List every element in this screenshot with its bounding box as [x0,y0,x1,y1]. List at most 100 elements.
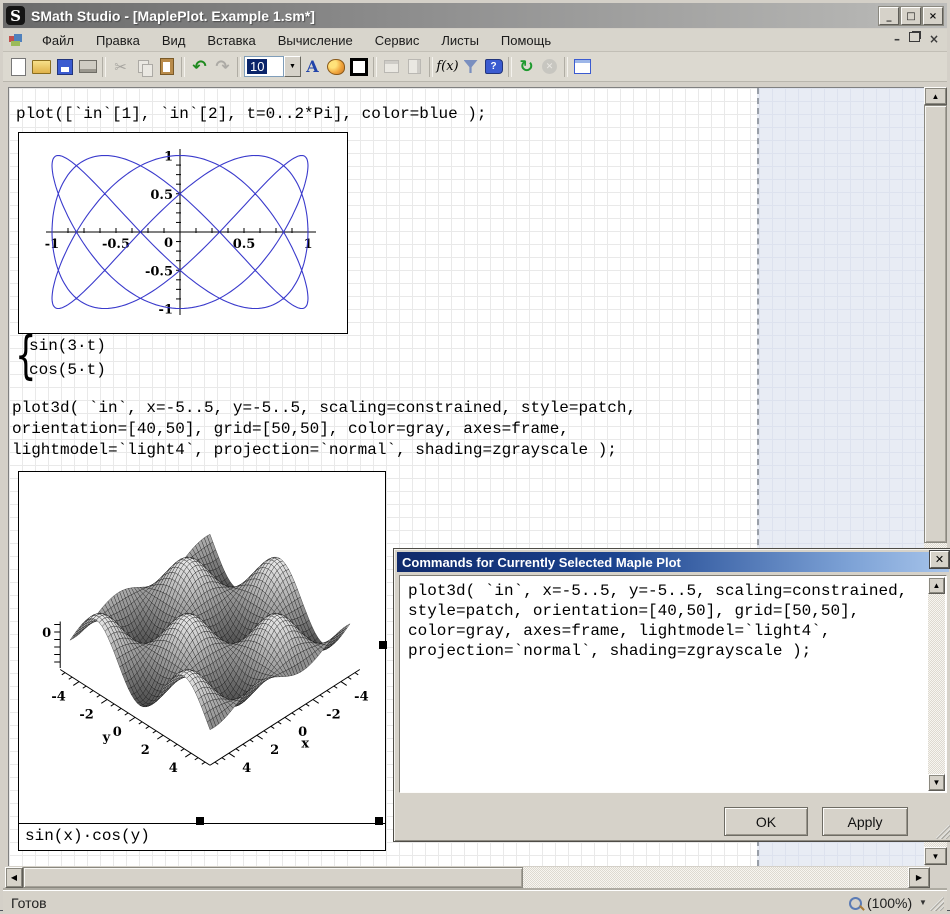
vscroll-thumb[interactable] [924,105,947,543]
dialog-close-icon[interactable]: ✕ [930,551,949,568]
commands-textarea[interactable]: plot3d( `in`, x=-5..5, y=-5..5, scaling=… [399,575,947,793]
svg-text:0: 0 [42,626,51,641]
font-size-dropdown[interactable]: ▼ [284,56,301,77]
minimize-button[interactable]: _ [879,7,899,25]
app-window: S SMath Studio - [MaplePlot. Example 1.s… [0,0,950,910]
scissors-icon: ✂ [114,58,127,76]
new-button[interactable] [7,55,30,78]
scroll-down-icon[interactable]: ▼ [924,847,947,865]
border-button[interactable] [347,55,370,78]
palette-icon [327,59,345,75]
printer-icon [79,60,97,73]
svg-text:2: 2 [141,743,150,758]
font-color-button[interactable]: A [301,55,324,78]
stop-button: ✕ [538,55,561,78]
font-size-input[interactable]: 10 [244,56,284,77]
title-bar: S SMath Studio - [MaplePlot. Example 1.s… [3,3,947,28]
copy-icon [138,60,149,73]
border-square-icon [350,58,368,76]
surface-plot: -4-2024-4-2024yx0 [19,472,385,824]
save-button[interactable] [53,55,76,78]
options-list-icon [574,59,591,74]
zoom-dropdown-icon[interactable]: ▼ [919,898,927,907]
dialog-resize-grip[interactable] [936,825,950,839]
window-title: SMath Studio - [MaplePlot. Example 1.sm*… [31,8,315,24]
recalculate-button[interactable]: ↻ [515,55,538,78]
lissajous-plot: -1-0.50.5110.5-0.5-10 [19,133,347,333]
horizontal-scrollbar[interactable]: ◀ ▶ [5,867,930,888]
filter-button[interactable] [459,55,482,78]
align-horizontal-icon [384,60,399,73]
zoom-level[interactable]: (100%) [867,895,912,911]
plot3d-code-line-3: lightmodel=`light4`, projection=`normal`… [12,440,617,461]
new-page-icon [11,58,26,76]
dialog-scroll-down-icon[interactable]: ▼ [928,774,945,791]
help-book-icon: ? [485,59,503,74]
worksheet-icon[interactable] [9,34,23,47]
plot3d-region[interactable]: -4-2024-4-2024yx0 sin(x)·cos(y) [18,471,386,851]
selection-handle-corner[interactable] [375,817,383,825]
funnel-icon [464,60,478,73]
menu-file[interactable]: Файл [31,31,85,50]
menu-view[interactable]: Вид [151,31,197,50]
svg-text:-0.5: -0.5 [102,237,130,252]
menu-insert[interactable]: Вставка [196,31,266,50]
ok-button[interactable]: OK [724,807,808,836]
mdi-close-icon[interactable]: × [929,32,939,46]
sys-line-1: sin(3·t) [29,336,106,357]
function-icon: f(x) [436,59,458,74]
status-bar: Готов (100%) ▼ [3,890,947,914]
copy-button [132,55,155,78]
dialog-code-line-2: style=patch, orientation=[40,50], grid=[… [408,601,938,621]
redo-arrow-icon: ↷ [215,57,229,77]
app-logo-icon: S [6,6,25,25]
svg-text:0.5: 0.5 [150,188,173,203]
window-resize-grip[interactable] [930,897,944,911]
undo-button[interactable]: ↶ [188,55,211,78]
open-button[interactable] [30,55,53,78]
svg-text:-1: -1 [159,303,173,318]
scroll-up-icon[interactable]: ▲ [924,87,947,105]
function-button[interactable]: f(x) [436,55,459,78]
dialog-code-line-4: projection=`normal`, shading=zgrayscale … [408,641,938,661]
refresh-icon: ↻ [519,57,533,77]
menu-bar: Файл Правка Вид Вставка Вычисление Серви… [3,29,947,52]
svg-text:-2: -2 [326,707,340,722]
font-color-icon: A [306,57,318,76]
dialog-scroll-up-icon[interactable]: ▲ [928,577,945,594]
menu-tools[interactable]: Сервис [364,31,431,50]
maple-plot2d-command[interactable]: plot([`in`[1], `in`[2], t=0..2*Pi], colo… [16,104,486,125]
mdi-restore-icon[interactable] [909,32,920,42]
surface-expression: sin(x)·cos(y) [19,824,385,847]
plot2d-region[interactable]: -1-0.50.5110.5-0.5-10 [18,132,348,334]
cut-button: ✂ [109,55,132,78]
menu-sheets[interactable]: Листы [430,31,490,50]
svg-text:4: 4 [242,761,251,776]
menu-help[interactable]: Помощь [490,31,562,50]
menu-calculation[interactable]: Вычисление [267,31,364,50]
redo-button: ↷ [211,55,234,78]
mdi-minimize-icon[interactable]: – [894,32,900,46]
paste-button[interactable] [155,55,178,78]
scroll-right-icon[interactable]: ▶ [908,867,930,888]
sys-line-2: cos(5·t) [29,360,106,381]
dialog-code-line-3: color=gray, axes=frame, lightmodel=`ligh… [408,621,938,641]
dialog-scroll-track[interactable] [928,577,945,791]
options-button[interactable] [571,55,594,78]
scroll-left-icon[interactable]: ◀ [5,867,23,888]
plot3d-code-line-2: orientation=[40,50], grid=[50,50], color… [12,419,569,440]
maximize-button[interactable]: □ [901,7,921,25]
print-button[interactable] [76,55,99,78]
hscroll-thumb[interactable] [23,867,523,888]
svg-text:0: 0 [164,236,173,251]
reference-button[interactable]: ? [482,55,505,78]
svg-text:2: 2 [270,743,279,758]
dialog-title-bar[interactable]: Commands for Currently Selected Maple Pl… [397,552,949,572]
svg-text:-4: -4 [51,689,65,704]
background-color-button[interactable] [324,55,347,78]
apply-button[interactable]: Apply [822,807,908,836]
menu-edit[interactable]: Правка [85,31,151,50]
close-button[interactable]: × [923,7,943,25]
selection-handle-right[interactable] [379,641,387,649]
selection-handle-bottom[interactable] [196,817,204,825]
